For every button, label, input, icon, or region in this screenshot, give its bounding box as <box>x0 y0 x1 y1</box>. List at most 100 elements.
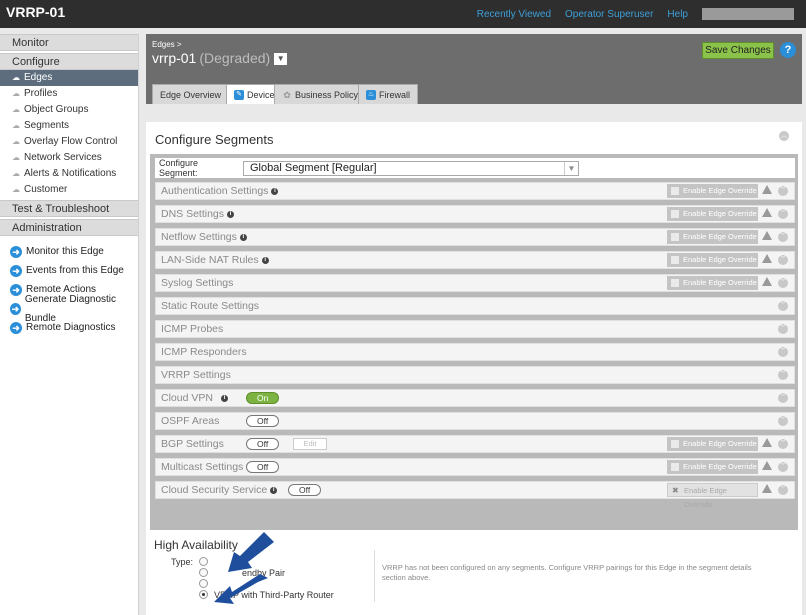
segments-box: Configure Segment: Global Segment [Regul… <box>150 154 798 549</box>
cloud-icon: ☁ <box>12 121 20 130</box>
section-multicast-settings[interactable]: Multicast Settings Off Enable Edge Overr… <box>155 458 795 476</box>
warning-icon <box>762 484 772 493</box>
close-icon: ✖ <box>672 486 679 495</box>
section-netflow-settings[interactable]: Netflow Settings i Enable Edge Override ﹀ <box>155 228 795 246</box>
info-icon[interactable]: i <box>239 233 247 241</box>
help-link[interactable]: Help <box>667 9 688 20</box>
section-vrrp-settings[interactable]: VRRP Settings ﹀ <box>155 366 795 384</box>
monitor-this-edge-link[interactable]: ➜ Monitor this Edge <box>0 242 138 261</box>
section-label: Cloud Security Service i <box>161 484 278 496</box>
recently-viewed-link[interactable]: Recently Viewed <box>477 9 551 20</box>
tab-firewall[interactable]: ♨ Firewall <box>358 84 419 104</box>
info-icon[interactable]: i <box>270 486 278 494</box>
cloud-icon: ☁ <box>12 89 20 98</box>
section-dns-settings[interactable]: DNS Settings i Enable Edge Override ﹀ <box>155 205 795 223</box>
segment-select-label: Configure Segment: <box>159 158 199 178</box>
enable-edge-override-button[interactable]: Enable Edge Override <box>667 230 758 244</box>
arrow-right-icon: ➜ <box>10 245 22 258</box>
info-icon[interactable]: i <box>271 187 279 195</box>
bgp-settings-toggle[interactable]: Off <box>246 438 280 450</box>
sidebar-item-customer[interactable]: ☁ Customer <box>0 182 138 198</box>
expand-icon[interactable]: ﹀ <box>778 209 788 219</box>
sidebar-section-administration[interactable]: Administration <box>0 219 138 236</box>
section-label: OSPF Areas <box>161 415 220 427</box>
expand-icon[interactable]: ﹀ <box>778 393 788 403</box>
expand-icon[interactable]: ﹀ <box>778 462 788 472</box>
expand-icon[interactable]: ﹀ <box>778 232 788 242</box>
events-from-this-edge-link[interactable]: ➜ Events from this Edge <box>0 261 138 280</box>
section-cloud-security-service[interactable]: Cloud Security Service i Off ✖ Enable Edge… <box>155 481 795 509</box>
enable-edge-override-button[interactable]: Enable Edge Override <box>667 253 758 267</box>
enable-edge-override-button[interactable]: Enable Edge Override <box>667 460 758 474</box>
tab-business-policy[interactable]: ✿ Business Policy <box>274 84 367 104</box>
sidebar-item-label: Edges <box>24 72 53 83</box>
generate-diagnostic-bundle-link[interactable]: ➜ Generate Diagnostic Bundle <box>0 294 138 324</box>
section-authentication-settings[interactable]: Authentication Settings i Enable Edge Ove… <box>155 182 795 200</box>
expand-icon[interactable]: ﹀ <box>778 186 788 196</box>
operator-user-link[interactable]: Operator Superuser <box>565 9 653 20</box>
enable-edge-override-button[interactable]: Enable Edge Override <box>667 207 758 221</box>
expand-icon[interactable]: ﹀ <box>778 301 788 311</box>
expand-icon[interactable]: ﹀ <box>778 439 788 449</box>
ha-option-radio-2[interactable] <box>199 568 208 577</box>
section-bgp-settings[interactable]: BGP Settings Off Edit Enable Edge Overri… <box>155 435 795 453</box>
expand-icon[interactable]: ﹀ <box>778 485 788 495</box>
segment-select-row: Configure Segment: Global Segment [Regul… <box>155 158 795 178</box>
user-search-box[interactable] <box>702 8 794 20</box>
sidebar-item-segments[interactable]: ☁ Segments <box>0 118 138 134</box>
section-label: VRRP Settings <box>161 369 231 381</box>
expand-icon[interactable]: ﹀ <box>778 347 788 357</box>
help-icon[interactable]: ? <box>780 42 796 58</box>
save-changes-button[interactable]: Save Changes <box>702 42 774 59</box>
cloud-security-service-toggle[interactable]: Off <box>288 484 322 496</box>
sidebar-section-monitor[interactable]: Monitor <box>0 34 138 51</box>
flame-icon: ♨ <box>366 89 376 100</box>
section-lan-side-nat-rules[interactable]: LAN-Side NAT Rules i Enable Edge Override… <box>155 251 795 269</box>
enable-edge-override-button[interactable]: Enable Edge Override <box>667 437 758 451</box>
cloud-vpn-toggle[interactable]: On <box>246 392 280 404</box>
section-syslog-settings[interactable]: Syslog Settings Enable Edge Override ﹀ <box>155 274 795 292</box>
sidebar-item-object-groups[interactable]: ☁ Object Groups <box>0 102 138 118</box>
section-cloud-vpn[interactable]: Cloud VPN i On ﹀ <box>155 389 795 407</box>
info-icon[interactable]: i <box>227 210 235 218</box>
section-icmp-responders[interactable]: ICMP Responders ﹀ <box>155 343 795 361</box>
sidebar-item-profiles[interactable]: ☁ Profiles <box>0 86 138 102</box>
breadcrumb[interactable]: Edges > <box>152 40 182 49</box>
section-label: DNS Settings i <box>161 208 235 220</box>
collapse-icon[interactable]: ︿ <box>779 131 789 141</box>
expand-icon[interactable]: ﹀ <box>778 370 788 380</box>
sidebar-section-configure[interactable]: Configure <box>0 53 138 70</box>
expand-icon[interactable]: ﹀ <box>778 255 788 265</box>
chevron-down-icon[interactable]: ▼ <box>274 53 288 66</box>
info-icon[interactable]: i <box>220 394 228 402</box>
segment-select[interactable]: Global Segment [Regular] ▼ <box>243 160 579 176</box>
info-icon[interactable]: i <box>261 256 269 264</box>
bgp-edit-button[interactable]: Edit <box>293 438 327 450</box>
enable-edge-override-button[interactable]: Enable Edge Override <box>667 184 758 198</box>
warning-icon <box>762 277 772 286</box>
sidebar-item-network-services[interactable]: ☁ Network Services <box>0 150 138 166</box>
sidebar-item-overlay-flow-control[interactable]: ☁ Overlay Flow Control <box>0 134 138 150</box>
section-ospf-areas[interactable]: OSPF Areas Off ﹀ <box>155 412 795 430</box>
sidebar-item-edges[interactable]: ☁ Edges <box>0 70 138 86</box>
ha-option-radio-vrrp[interactable] <box>199 590 208 599</box>
sidebar-section-test-troubleshoot[interactable]: Test & Troubleshoot <box>0 200 138 217</box>
section-label: Netflow Settings i <box>161 231 247 243</box>
ha-option-radio-3[interactable] <box>199 579 208 588</box>
section-icmp-probes[interactable]: ICMP Probes ﹀ <box>155 320 795 338</box>
ribbon-icon: ✿ <box>283 89 291 100</box>
ha-option-radio-1[interactable] <box>199 557 208 566</box>
segment-select-value: Global Segment [Regular] <box>250 161 377 174</box>
section-static-route-settings[interactable]: Static Route Settings ﹀ <box>155 297 795 315</box>
multicast-settings-toggle[interactable]: Off <box>246 461 280 473</box>
expand-icon[interactable]: ﹀ <box>778 278 788 288</box>
tab-edge-overview[interactable]: Edge Overview <box>152 84 230 104</box>
sidebar-item-label: Object Groups <box>24 104 89 115</box>
ospf-areas-toggle[interactable]: Off <box>246 415 280 427</box>
checkbox-icon <box>671 210 679 218</box>
expand-icon[interactable]: ﹀ <box>778 324 788 334</box>
enable-edge-override-button[interactable]: Enable Edge Override <box>667 276 758 290</box>
breadcrumb-edges[interactable]: Edges <box>152 40 175 49</box>
expand-icon[interactable]: ﹀ <box>778 416 788 426</box>
sidebar-item-alerts-notifications[interactable]: ☁ Alerts & Notifications <box>0 166 138 182</box>
